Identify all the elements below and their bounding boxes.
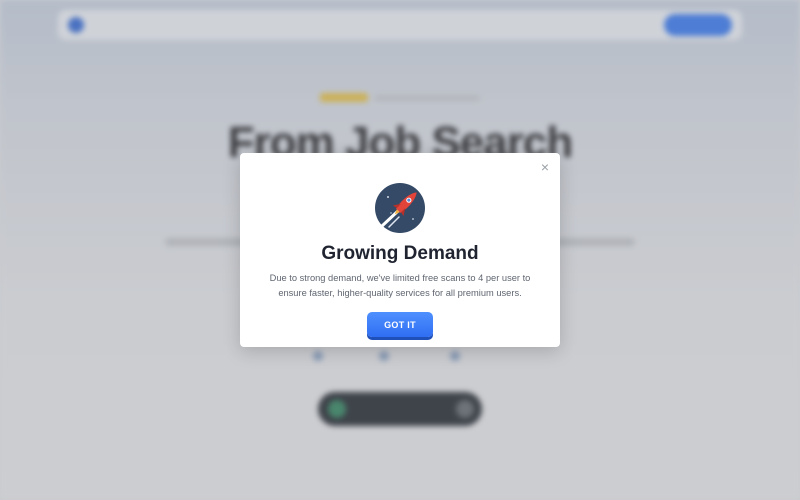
modal-message: Due to strong demand, we've limited free… [269, 273, 531, 298]
got-it-button[interactable]: GOT IT [367, 312, 433, 337]
growing-demand-modal: × Growing Demand Due to strong demand, w… [240, 153, 560, 347]
close-icon[interactable]: × [538, 160, 552, 174]
rocket-icon [375, 183, 425, 233]
modal-title: Growing Demand [321, 243, 479, 264]
